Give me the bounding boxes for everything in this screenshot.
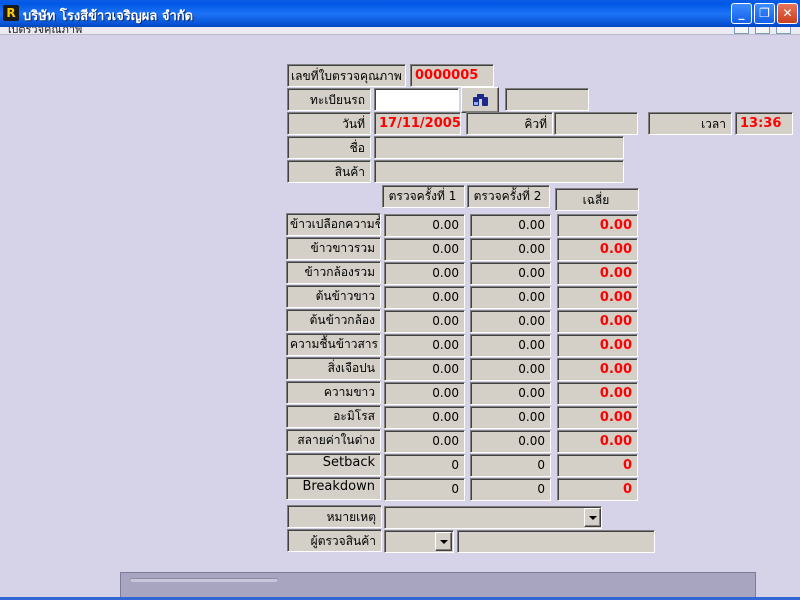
header-average: เฉลี่ย (555, 188, 639, 211)
average-value: 0.00 (557, 238, 638, 261)
close-button[interactable]: ✕ (777, 3, 798, 24)
minimize-button[interactable]: _ (731, 3, 752, 24)
check-2-value[interactable]: 0.00 (470, 214, 551, 237)
check-1-value[interactable]: 0.00 (384, 238, 465, 261)
check-1-value[interactable]: 0 (384, 454, 465, 477)
header-check-2: ตรวจครั้งที่ 2 (467, 185, 550, 208)
child-close-button[interactable] (776, 27, 791, 34)
row-label: Breakdown (286, 477, 381, 500)
check-2-value[interactable]: 0.00 (470, 358, 551, 381)
doc-no-field[interactable]: 0000005 (410, 64, 494, 87)
row-label: ข้าวขาวรวม (286, 237, 381, 260)
row-label: สลายค่าในด่าง (286, 429, 381, 452)
date-field[interactable]: 17/11/2005 (374, 112, 461, 135)
average-value: 0.00 (557, 358, 638, 381)
check-2-value[interactable]: 0.00 (470, 238, 551, 261)
check-2-value[interactable]: 0 (470, 478, 551, 501)
date-label: วันที่ (287, 112, 371, 135)
check-1-value[interactable]: 0 (384, 478, 465, 501)
product-label: สินค้า (287, 160, 371, 183)
child-restore-button[interactable] (755, 27, 770, 34)
check-1-value[interactable]: 0.00 (384, 358, 465, 381)
remark-label: หมายเหตุ (287, 505, 382, 528)
average-value: 0.00 (557, 430, 638, 453)
time-label: เวลา (648, 112, 732, 135)
check-1-value[interactable]: 0.00 (384, 430, 465, 453)
row-label: ข้าวเปลือกความชื้น (286, 213, 381, 236)
average-value: 0 (557, 454, 638, 477)
row-label: ต้นข้าวขาว (286, 285, 381, 308)
bottom-panel-inner (131, 578, 277, 582)
window-title: บริษัท โรงสีข้าวเจริญผล จำกัด (23, 9, 194, 24)
doc-no-label: เลขที่ใบตรวจคุณภาพ (287, 64, 406, 87)
time-field[interactable]: 13:36 (735, 112, 793, 135)
average-value: 0.00 (557, 262, 638, 285)
average-value: 0.00 (557, 286, 638, 309)
check-2-value[interactable]: 0.00 (470, 382, 551, 405)
average-value: 0.00 (557, 310, 638, 333)
check-2-value[interactable]: 0.00 (470, 262, 551, 285)
child-window-titlebar: ใบตรวจคุณภาพ (0, 27, 800, 35)
title-bar: R บริษัท โรงสีข้าวเจริญผล จำกัด _ ❐ ✕ (0, 0, 800, 27)
check-1-value[interactable]: 0.00 (384, 382, 465, 405)
average-value: 0 (557, 478, 638, 501)
inspector-name-field[interactable] (457, 530, 655, 553)
binoculars-icon (473, 94, 488, 107)
chevron-down-icon[interactable] (435, 532, 452, 551)
plate-input[interactable] (374, 88, 459, 111)
check-2-value[interactable]: 0.00 (470, 286, 551, 309)
check-2-value[interactable]: 0.00 (470, 334, 551, 357)
remark-select[interactable] (384, 506, 602, 529)
find-button[interactable] (461, 87, 499, 113)
check-2-value[interactable]: 0.00 (470, 430, 551, 453)
average-value: 0.00 (557, 382, 638, 405)
row-label: อะมิโรส (286, 405, 381, 428)
name-label: ชื่อ (287, 136, 371, 159)
row-label: Setback (286, 453, 381, 476)
average-value: 0.00 (557, 406, 638, 429)
plate-label: ทะเบียนรถ (287, 88, 371, 111)
plate-extra-field[interactable] (505, 88, 589, 111)
name-field[interactable] (374, 136, 624, 159)
row-label: ข้าวกล้องรวม (286, 261, 381, 284)
inspector-label: ผู้ตรวจสินค้า (287, 529, 382, 552)
product-field[interactable] (374, 160, 624, 183)
check-1-value[interactable]: 0.00 (384, 406, 465, 429)
check-1-value[interactable]: 0.00 (384, 334, 465, 357)
check-1-value[interactable]: 0.00 (384, 286, 465, 309)
row-label: ความชื้นข้าวสาร (286, 333, 381, 356)
check-2-value[interactable]: 0.00 (470, 310, 551, 333)
check-1-value[interactable]: 0.00 (384, 262, 465, 285)
child-minimize-button[interactable] (734, 27, 749, 34)
row-label: ต้นข้าวกล้อง (286, 309, 381, 332)
check-1-value[interactable]: 0.00 (384, 214, 465, 237)
child-window-title: ใบตรวจคุณภาพ (6, 27, 83, 35)
chevron-down-icon[interactable] (584, 508, 601, 527)
restore-button[interactable]: ❐ (754, 3, 775, 24)
average-value: 0.00 (557, 214, 638, 237)
app-icon: R (3, 5, 19, 21)
row-label: สิ่งเจือปน (286, 357, 381, 380)
queue-label: คิวที่ (466, 112, 553, 135)
queue-field[interactable] (554, 112, 638, 135)
check-2-value[interactable]: 0.00 (470, 406, 551, 429)
header-check-1: ตรวจครั้งที่ 1 (382, 185, 465, 208)
row-label: ความขาว (286, 381, 381, 404)
average-value: 0.00 (557, 334, 638, 357)
bottom-panel (120, 572, 756, 600)
check-1-value[interactable]: 0.00 (384, 310, 465, 333)
check-2-value[interactable]: 0 (470, 454, 551, 477)
